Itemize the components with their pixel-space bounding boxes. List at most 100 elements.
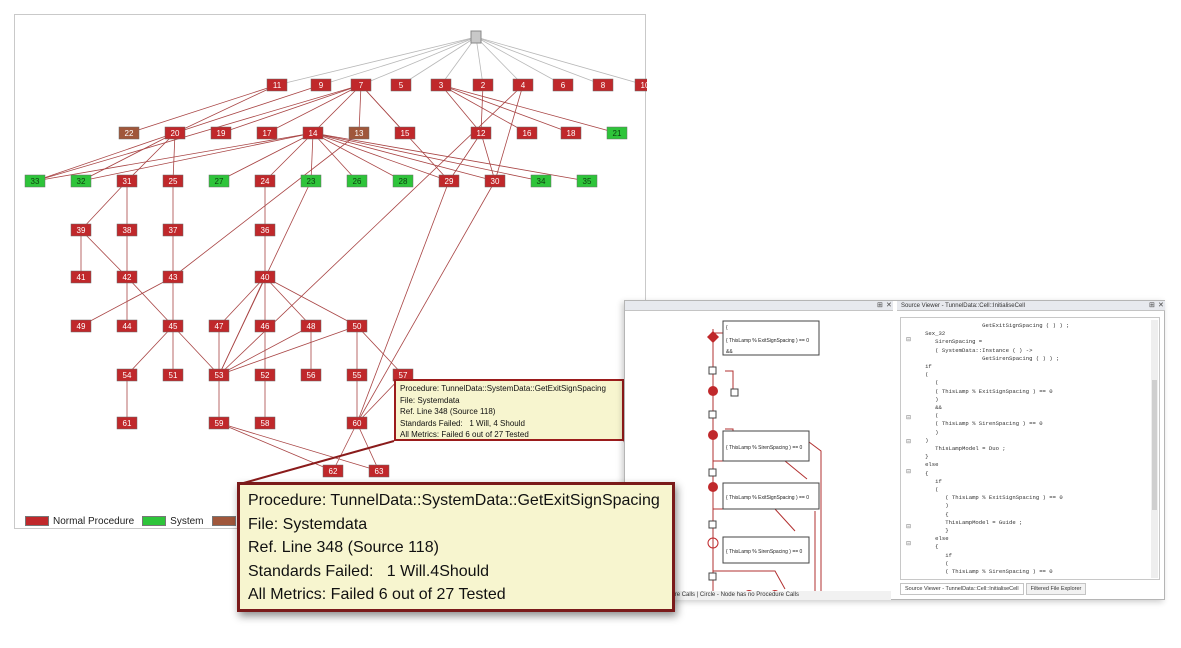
graph-node-61[interactable]: 61: [116, 416, 138, 430]
graph-node-27[interactable]: 27: [208, 174, 230, 188]
graph-root-node[interactable]: [470, 30, 482, 44]
graph-node-48[interactable]: 48: [300, 319, 322, 333]
graph-node-60[interactable]: 60: [346, 416, 368, 430]
graph-node-56[interactable]: 56: [300, 368, 322, 382]
graph-node-4[interactable]: 4: [512, 78, 534, 92]
graph-node-28[interactable]: 28: [392, 174, 414, 188]
graph-node-31[interactable]: 31: [116, 174, 138, 188]
graph-node-63[interactable]: 63: [368, 464, 390, 478]
graph-node-49[interactable]: 49: [70, 319, 92, 333]
source-line: if: [915, 551, 952, 559]
graph-node-34[interactable]: 34: [530, 174, 552, 188]
graph-node-46[interactable]: 46: [254, 319, 276, 333]
graph-node-41[interactable]: 41: [70, 270, 92, 284]
graph-node-45[interactable]: 45: [162, 319, 184, 333]
source-line: }: [915, 527, 949, 534]
graph-edge: [264, 276, 312, 327]
graph-node-59[interactable]: 59: [208, 416, 230, 430]
graph-node-62[interactable]: 62: [322, 464, 344, 478]
graph-node-25[interactable]: 25: [162, 174, 184, 188]
fold-toggle-icon[interactable]: ⊟: [906, 438, 911, 445]
fold-toggle-icon[interactable]: ⊟: [906, 523, 911, 530]
graph-node-9[interactable]: 9: [310, 78, 332, 92]
pin-icon[interactable]: ⊞: [1149, 301, 1155, 311]
graph-edge: [312, 132, 404, 182]
graph-node-5[interactable]: 5: [390, 78, 412, 92]
cfg-small-node: [708, 410, 717, 419]
fold-toggle-icon[interactable]: ⊟: [906, 468, 911, 475]
call-graph-panel[interactable]: 1197532468102220191714131512161821333231…: [14, 14, 647, 529]
source-code-view[interactable]: GetExitSignSpacing ( ) ) ; Sex_32 SirenS…: [900, 317, 1160, 580]
graph-node-30[interactable]: 30: [484, 174, 506, 188]
source-line: ( SystemData::Instance ( ) ->: [915, 346, 1033, 354]
graph-node-17[interactable]: 17: [256, 126, 278, 140]
graph-node-32[interactable]: 32: [70, 174, 92, 188]
graph-node-20[interactable]: 20: [164, 126, 186, 140]
source-line: ): [915, 436, 929, 444]
graph-node-55[interactable]: 55: [346, 368, 368, 382]
source-line: ( ThisLamp % SirenSpacing ) == 0: [915, 420, 1043, 428]
graph-edge: [80, 132, 176, 182]
graph-node-label: 27: [215, 177, 224, 186]
graph-node-14[interactable]: 14: [302, 126, 324, 140]
graph-node-43[interactable]: 43: [162, 270, 184, 284]
graph-edge: [475, 36, 604, 86]
zoom-tooltip-file: File: Systemdata: [248, 515, 368, 533]
graph-node-22[interactable]: 22: [118, 126, 140, 140]
graph-node-3[interactable]: 3: [430, 78, 452, 92]
graph-node-23[interactable]: 23: [300, 174, 322, 188]
graph-node-40[interactable]: 40: [254, 270, 276, 284]
graph-node-42[interactable]: 42: [116, 270, 138, 284]
graph-node-51[interactable]: 51: [162, 368, 184, 382]
graph-node-label: 9: [319, 81, 324, 90]
graph-node-11[interactable]: 11: [266, 78, 288, 92]
fold-toggle-icon[interactable]: ⊟: [906, 336, 911, 343]
graph-node-33[interactable]: 33: [24, 174, 46, 188]
graph-node-21[interactable]: 21: [606, 126, 628, 140]
close-icon[interactable]: ✕: [1158, 301, 1164, 311]
graph-node-58[interactable]: 58: [254, 416, 276, 430]
close-icon[interactable]: ✕: [886, 301, 892, 311]
graph-node-13[interactable]: 13: [348, 126, 370, 140]
tab-source-viewer[interactable]: Source Viewer - TunnelData::Cell::Initia…: [900, 583, 1024, 595]
graph-node-12[interactable]: 12: [470, 126, 492, 140]
graph-node-16[interactable]: 16: [516, 126, 538, 140]
scrollbar-thumb[interactable]: [1152, 380, 1157, 510]
source-scrollbar[interactable]: [1151, 320, 1158, 578]
graph-node-37[interactable]: 37: [162, 223, 184, 237]
graph-node-54[interactable]: 54: [116, 368, 138, 382]
graph-node-7[interactable]: 7: [350, 78, 372, 92]
fold-toggle-icon[interactable]: ⊟: [906, 414, 911, 421]
graph-node-44[interactable]: 44: [116, 319, 138, 333]
flow-graph-window[interactable]: ⊞ ✕ Source Viewer - TunnelData::Cell::In…: [624, 300, 1165, 600]
graph-node-24[interactable]: 24: [254, 174, 276, 188]
graph-node-18[interactable]: 18: [560, 126, 582, 140]
graph-node-39[interactable]: 39: [70, 223, 92, 237]
graph-edge: [126, 276, 174, 327]
source-line: ThisLampModel = Guide ;: [915, 518, 1023, 526]
graph-node-35[interactable]: 35: [576, 174, 598, 188]
graph-node-47[interactable]: 47: [208, 319, 230, 333]
graph-node-6[interactable]: 6: [552, 78, 574, 92]
source-line: (: [915, 486, 939, 493]
graph-node-10[interactable]: 10: [634, 78, 647, 92]
graph-node-52[interactable]: 52: [254, 368, 276, 382]
graph-node-label: 53: [215, 371, 224, 380]
graph-node-29[interactable]: 29: [438, 174, 460, 188]
graph-node-label: 20: [171, 129, 180, 138]
pin-icon[interactable]: ⊞: [877, 301, 883, 311]
graph-node-8[interactable]: 8: [592, 78, 614, 92]
graph-node-label: 35: [583, 177, 592, 186]
graph-node-label: 55: [353, 371, 362, 380]
source-line: (: [915, 371, 929, 379]
tab-filtered-file-explorer[interactable]: Filtered File Explorer: [1025, 583, 1087, 595]
graph-node-50[interactable]: 50: [346, 319, 368, 333]
graph-node-36[interactable]: 36: [254, 223, 276, 237]
graph-node-2[interactable]: 2: [472, 78, 494, 92]
graph-node-38[interactable]: 38: [116, 223, 138, 237]
graph-node-15[interactable]: 15: [394, 126, 416, 140]
graph-node-19[interactable]: 19: [210, 126, 232, 140]
fold-toggle-icon[interactable]: ⊟: [906, 540, 911, 547]
graph-node-53[interactable]: 53: [208, 368, 230, 382]
graph-node-26[interactable]: 26: [346, 174, 368, 188]
